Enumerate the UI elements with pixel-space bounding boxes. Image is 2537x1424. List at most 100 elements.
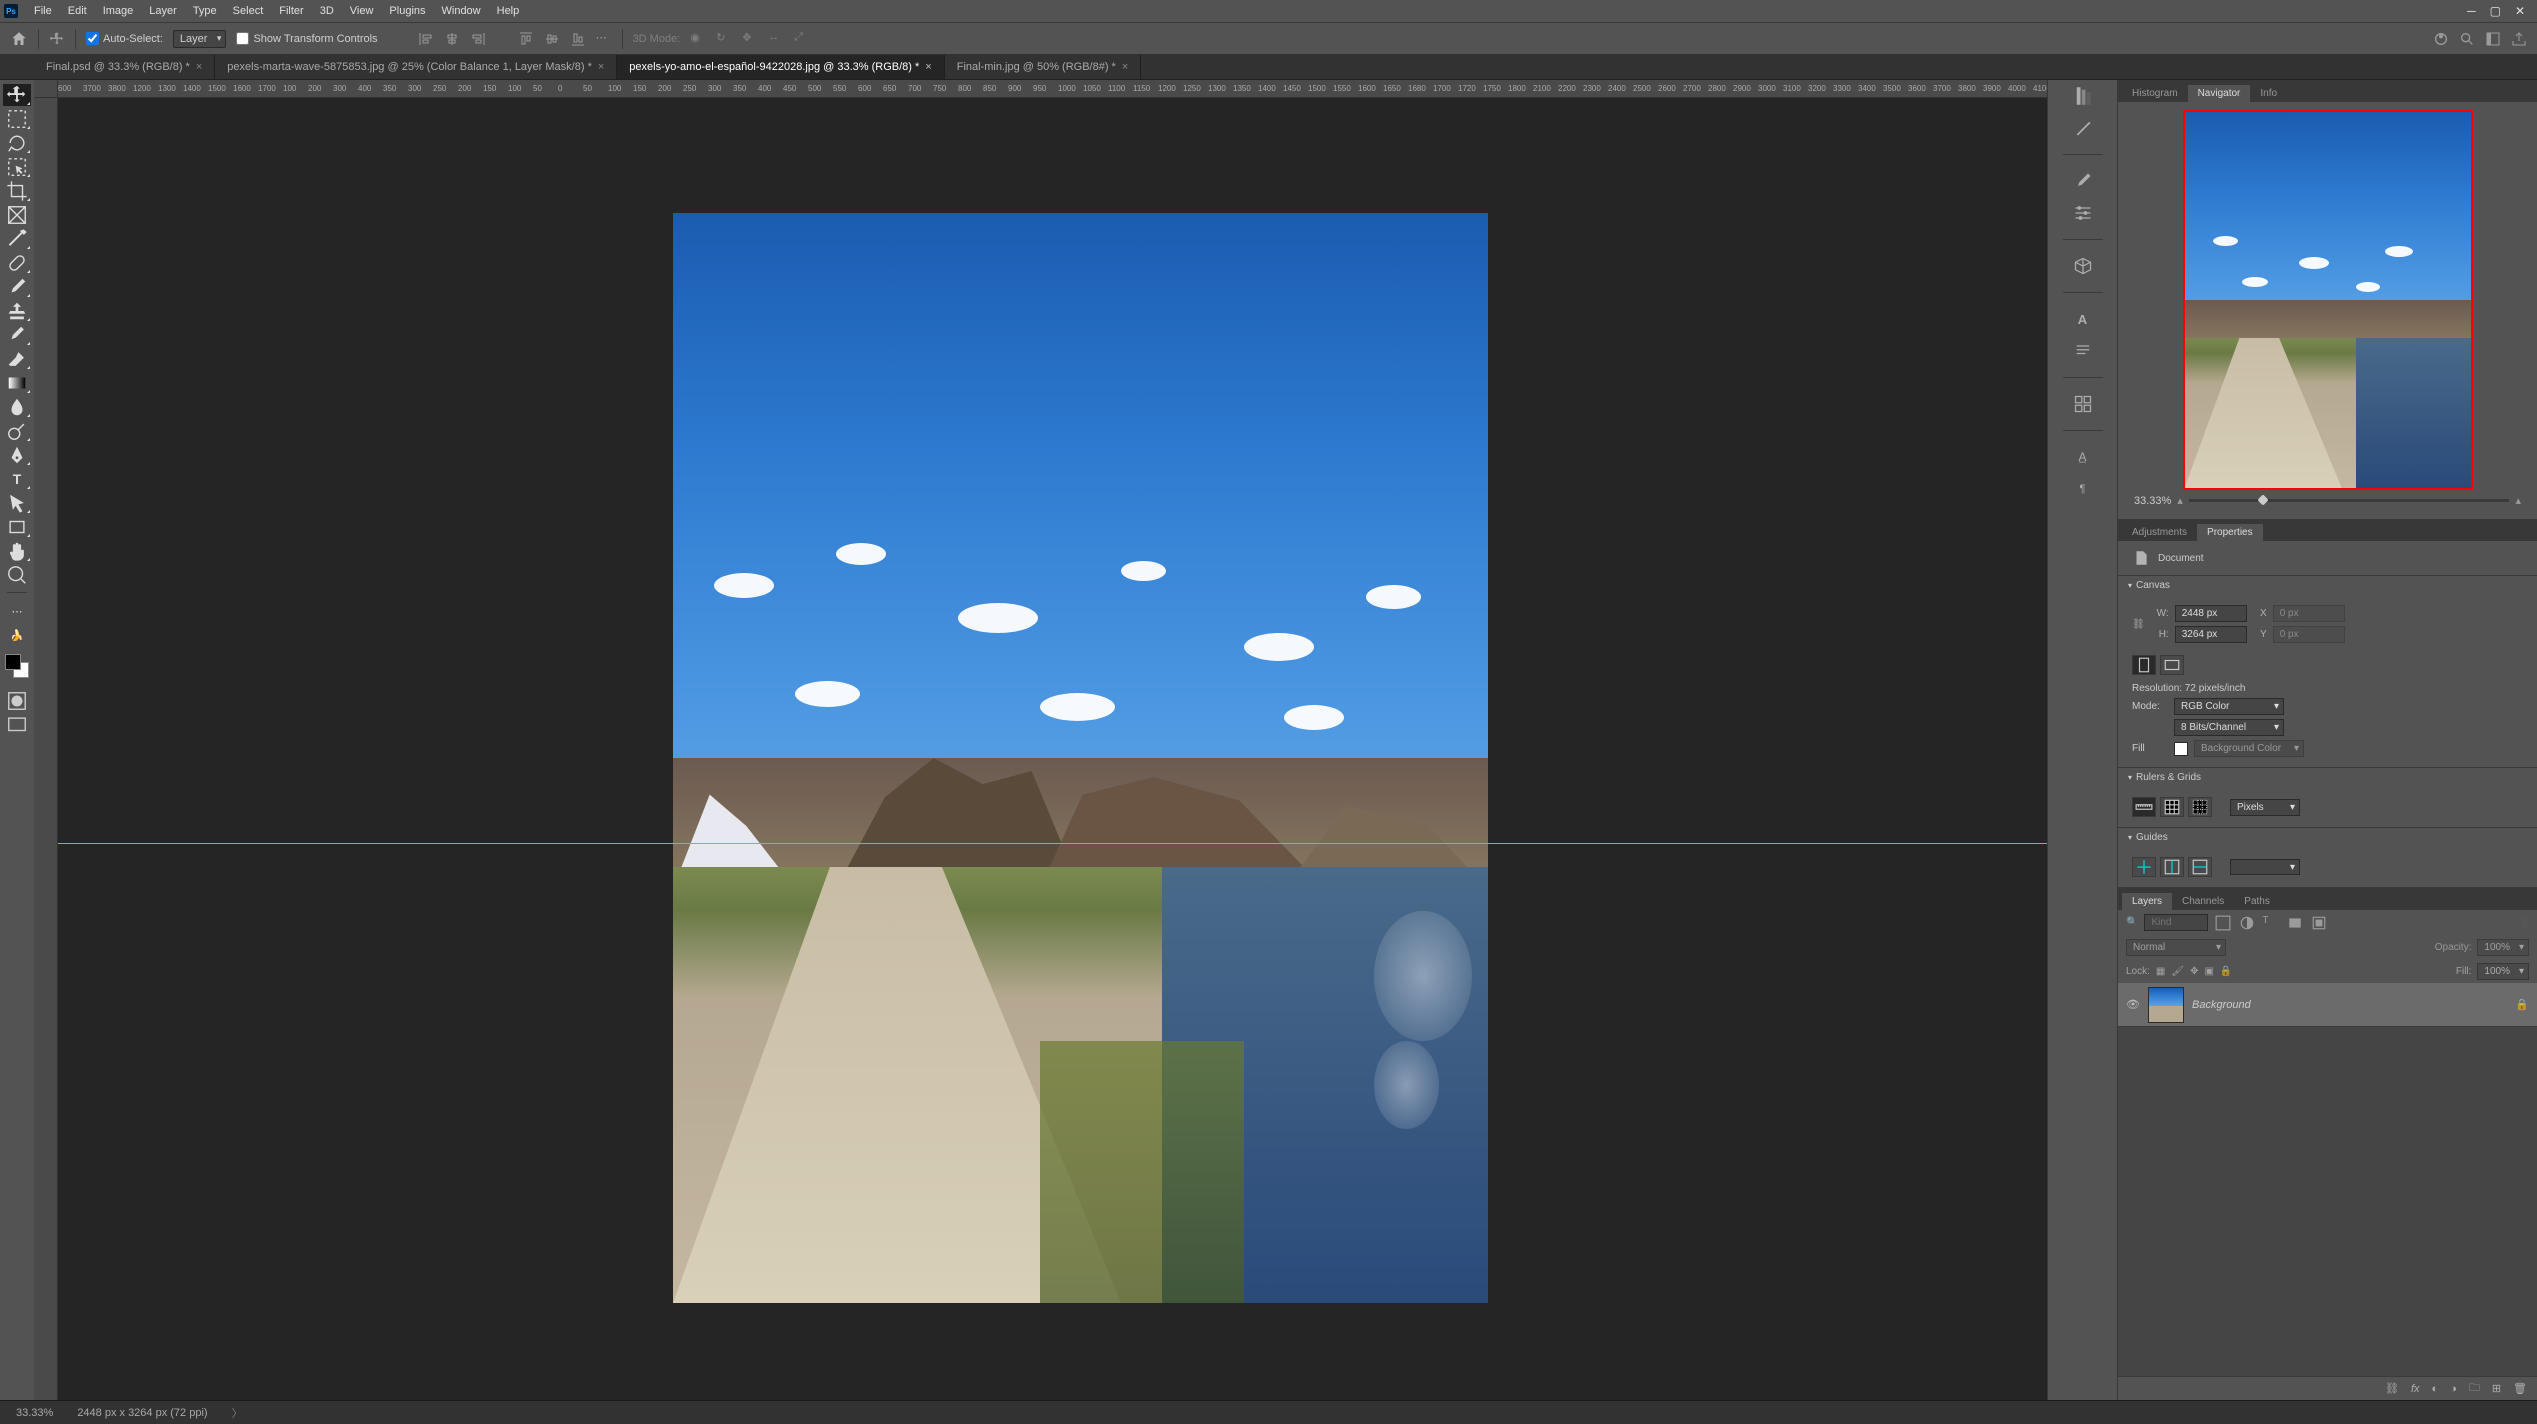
- filter-shape-icon[interactable]: [2286, 915, 2304, 931]
- menu-layer[interactable]: Layer: [141, 5, 185, 17]
- dodge-tool[interactable]: [3, 420, 31, 442]
- type-tool[interactable]: T: [3, 468, 31, 490]
- canvas-width-input[interactable]: [2175, 605, 2247, 622]
- doc-tab-3[interactable]: Final-min.jpg @ 50% (RGB/8#) *×: [945, 55, 1142, 79]
- align-center-h-icon[interactable]: [444, 31, 460, 47]
- brush-tool[interactable]: [3, 276, 31, 298]
- marquee-tool[interactable]: [3, 108, 31, 130]
- window-maximize-icon[interactable]: ▢: [2490, 4, 2501, 18]
- menu-view[interactable]: View: [342, 5, 382, 17]
- status-chevron-icon[interactable]: 〉: [232, 1405, 243, 1421]
- rectangle-tool[interactable]: [3, 516, 31, 538]
- crop-tool[interactable]: [3, 180, 31, 202]
- menu-window[interactable]: Window: [434, 5, 489, 17]
- layer-mask-icon[interactable]: ◐: [2432, 1383, 2439, 1395]
- cloud-docs-icon[interactable]: [2433, 31, 2449, 47]
- close-icon[interactable]: ×: [1122, 61, 1128, 73]
- object-select-tool[interactable]: [3, 156, 31, 178]
- close-icon[interactable]: ×: [598, 61, 604, 73]
- navigator-zoom-slider[interactable]: [2189, 499, 2510, 502]
- visibility-icon[interactable]: 👁: [2126, 998, 2140, 1011]
- layer-thumbnail[interactable]: [2148, 987, 2184, 1023]
- align-left-icon[interactable]: [418, 31, 434, 47]
- menu-plugins[interactable]: Plugins: [381, 5, 433, 17]
- eyedropper-tool[interactable]: [3, 228, 31, 250]
- glyphs-panel-icon[interactable]: [2073, 394, 2093, 414]
- doc-tab-0[interactable]: Final.psd @ 33.3% (RGB/8) *×: [34, 55, 215, 79]
- pen-tool[interactable]: [3, 444, 31, 466]
- paragraph-panel-icon[interactable]: [2073, 341, 2093, 361]
- auto-select-checkbox[interactable]: Auto-Select:: [86, 32, 163, 45]
- grid-icon[interactable]: [2160, 797, 2184, 817]
- layer-name[interactable]: Background: [2192, 999, 2251, 1011]
- group-icon[interactable]: 🗀: [2469, 1379, 2480, 1398]
- layer-style-icon[interactable]: fx: [2411, 1383, 2420, 1395]
- filter-adjust-icon[interactable]: [2238, 915, 2256, 931]
- tab-navigator[interactable]: Navigator: [2188, 85, 2251, 102]
- canvas-height-input[interactable]: [2175, 626, 2247, 643]
- window-close-icon[interactable]: ✕: [2515, 4, 2525, 18]
- tab-adjustments[interactable]: Adjustments: [2122, 524, 2197, 541]
- canvas-section-header[interactable]: Canvas: [2118, 576, 2537, 595]
- fill-color-swatch[interactable]: [2174, 742, 2188, 756]
- menu-3d[interactable]: 3D: [312, 5, 342, 17]
- search-icon[interactable]: [2459, 31, 2475, 47]
- new-layer-icon[interactable]: ⊞: [2492, 1382, 2501, 1395]
- menu-select[interactable]: Select: [225, 5, 272, 17]
- move-tool[interactable]: [3, 84, 31, 106]
- canvas[interactable]: [58, 98, 2047, 1400]
- lock-position-icon[interactable]: ✥: [2190, 966, 2198, 977]
- lock-all-icon[interactable]: 🔒: [2220, 966, 2232, 977]
- pixel-grid-icon[interactable]: [2188, 797, 2212, 817]
- close-icon[interactable]: ×: [925, 61, 931, 73]
- guide-set-dropdown[interactable]: [2230, 859, 2300, 875]
- link-wh-icon[interactable]: ⛓: [2132, 619, 2145, 630]
- history-brush-tool[interactable]: [3, 324, 31, 346]
- brushes-panel-icon[interactable]: [2073, 171, 2093, 191]
- rulers-section-header[interactable]: Rulers & Grids: [2118, 768, 2537, 787]
- more-align-icon[interactable]: ⋯: [596, 31, 612, 47]
- navigator-zoom-value[interactable]: 33.33%: [2134, 495, 2171, 507]
- blur-tool[interactable]: [3, 396, 31, 418]
- auto-select-mode-dropdown[interactable]: Layer: [173, 30, 227, 48]
- tab-channels[interactable]: Channels: [2172, 893, 2234, 910]
- orient-portrait-icon[interactable]: [2132, 655, 2156, 675]
- doc-tab-1[interactable]: pexels-marta-wave-5875853.jpg @ 25% (Col…: [215, 55, 617, 79]
- adjustment-layer-icon[interactable]: ◑: [2450, 1383, 2457, 1395]
- home-icon[interactable]: [10, 30, 28, 48]
- eraser-tool[interactable]: [3, 348, 31, 370]
- status-dimensions[interactable]: 2448 px x 3264 px (72 ppi): [77, 1407, 207, 1419]
- gradient-tool[interactable]: [3, 372, 31, 394]
- clone-stamp-tool[interactable]: [3, 300, 31, 322]
- canvas-guide-icon[interactable]: [2160, 857, 2184, 877]
- filter-image-icon[interactable]: [2214, 915, 2232, 931]
- menu-file[interactable]: File: [26, 5, 60, 17]
- delete-layer-icon[interactable]: 🗑: [2513, 1382, 2527, 1395]
- color-mode-dropdown[interactable]: RGB Color: [2174, 698, 2284, 715]
- hand-tool[interactable]: [3, 540, 31, 562]
- patterns-panel-icon[interactable]: ¶: [2073, 479, 2093, 499]
- status-zoom[interactable]: 33.33%: [16, 1407, 53, 1419]
- brush-settings-panel-icon[interactable]: [2073, 203, 2093, 223]
- ruler-icon[interactable]: [2132, 797, 2156, 817]
- healing-tool[interactable]: [3, 252, 31, 274]
- guides-section-header[interactable]: Guides: [2118, 828, 2537, 847]
- ruler-vertical[interactable]: [34, 98, 58, 1400]
- align-bottom-icon[interactable]: [570, 31, 586, 47]
- align-center-v-icon[interactable]: [544, 31, 560, 47]
- align-top-icon[interactable]: [518, 31, 534, 47]
- path-select-tool[interactable]: [3, 492, 31, 514]
- layer-item[interactable]: 👁 Background 🔒: [2118, 983, 2537, 1027]
- close-icon[interactable]: ×: [196, 61, 202, 73]
- fill-dropdown[interactable]: Background Color: [2194, 740, 2304, 757]
- filter-smart-icon[interactable]: [2310, 915, 2328, 931]
- tab-histogram[interactable]: Histogram: [2122, 85, 2188, 102]
- character-panel-icon[interactable]: A: [2073, 309, 2093, 329]
- zoom-in-icon[interactable]: ▴: [2515, 494, 2521, 507]
- lock-icon[interactable]: 🔒: [2515, 998, 2529, 1011]
- doc-tab-2[interactable]: pexels-yo-amo-el-español-9422028.jpg @ 3…: [617, 55, 944, 79]
- tab-info[interactable]: Info: [2250, 85, 2287, 102]
- color-swatch[interactable]: [5, 654, 29, 678]
- workspace-icon[interactable]: [2485, 31, 2501, 47]
- align-right-icon[interactable]: [470, 31, 486, 47]
